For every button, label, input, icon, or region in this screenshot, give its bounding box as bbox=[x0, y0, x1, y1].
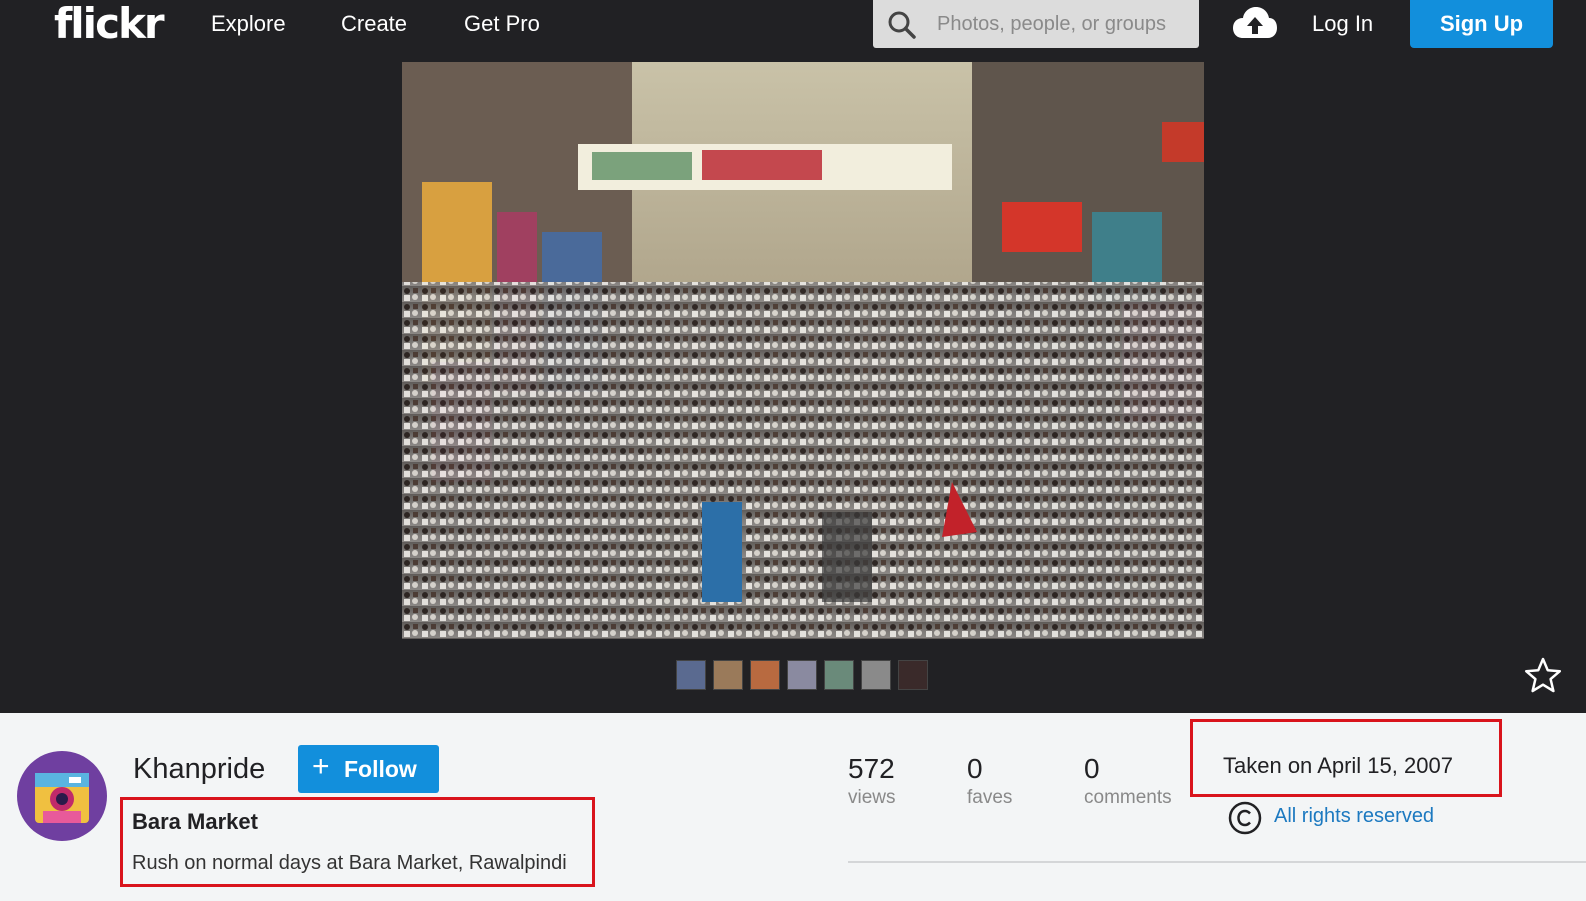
login-link[interactable]: Log In bbox=[1312, 0, 1373, 48]
search-input[interactable] bbox=[937, 8, 1187, 40]
flickr-logo[interactable]: flickr bbox=[54, 0, 165, 48]
comments-stat: 0 comments bbox=[1084, 753, 1172, 809]
views-stat: 572 views bbox=[848, 753, 896, 809]
views-count: 572 bbox=[848, 753, 895, 784]
nav-get-pro[interactable]: Get Pro bbox=[464, 0, 540, 48]
nav-explore[interactable]: Explore bbox=[211, 0, 286, 48]
comments-count: 0 bbox=[1084, 753, 1100, 784]
comments-label: comments bbox=[1084, 787, 1172, 808]
photo-stage bbox=[0, 60, 1586, 713]
main-photo[interactable] bbox=[402, 62, 1204, 639]
photo-info-panel: Khanpride + Follow Bara Market Rush on n… bbox=[0, 713, 1586, 901]
faves-count: 0 bbox=[967, 753, 983, 784]
date-taken: Taken on April 15, 2007 bbox=[1223, 753, 1453, 778]
owner-name[interactable]: Khanpride bbox=[133, 753, 265, 786]
filmstrip-thumbnail[interactable] bbox=[861, 660, 891, 690]
views-label: views bbox=[848, 787, 896, 808]
follow-button[interactable]: + Follow bbox=[298, 745, 439, 793]
license-link[interactable]: All rights reserved bbox=[1274, 805, 1434, 828]
divider bbox=[848, 861, 1586, 863]
search-bar bbox=[873, 0, 1199, 48]
cloud-upload-icon[interactable] bbox=[1232, 6, 1278, 40]
filmstrip-thumbnail[interactable] bbox=[898, 660, 928, 690]
top-navigation-bar: flickr Explore Create Get Pro Log In Sig… bbox=[0, 0, 1586, 60]
search-icon[interactable] bbox=[887, 10, 917, 40]
faves-stat: 0 faves bbox=[967, 753, 1012, 809]
filmstrip-thumbnail[interactable] bbox=[676, 660, 706, 690]
sign-up-button[interactable]: Sign Up bbox=[1410, 0, 1553, 48]
star-icon[interactable] bbox=[1524, 656, 1562, 694]
filmstrip-thumbnail[interactable] bbox=[787, 660, 817, 690]
nav-create[interactable]: Create bbox=[341, 0, 407, 48]
copyright-icon bbox=[1228, 801, 1262, 835]
avatar[interactable] bbox=[17, 751, 107, 841]
faves-label: faves bbox=[967, 787, 1013, 808]
filmstrip-thumbnail[interactable] bbox=[824, 660, 854, 690]
plus-icon: + bbox=[312, 750, 330, 783]
photo-description: Rush on normal days at Bara Market, Rawa… bbox=[132, 852, 567, 874]
photo-title: Bara Market bbox=[132, 809, 258, 834]
filmstrip-thumbnail[interactable] bbox=[713, 660, 743, 690]
filmstrip-thumbnail[interactable] bbox=[750, 660, 780, 690]
follow-label: Follow bbox=[344, 756, 417, 782]
